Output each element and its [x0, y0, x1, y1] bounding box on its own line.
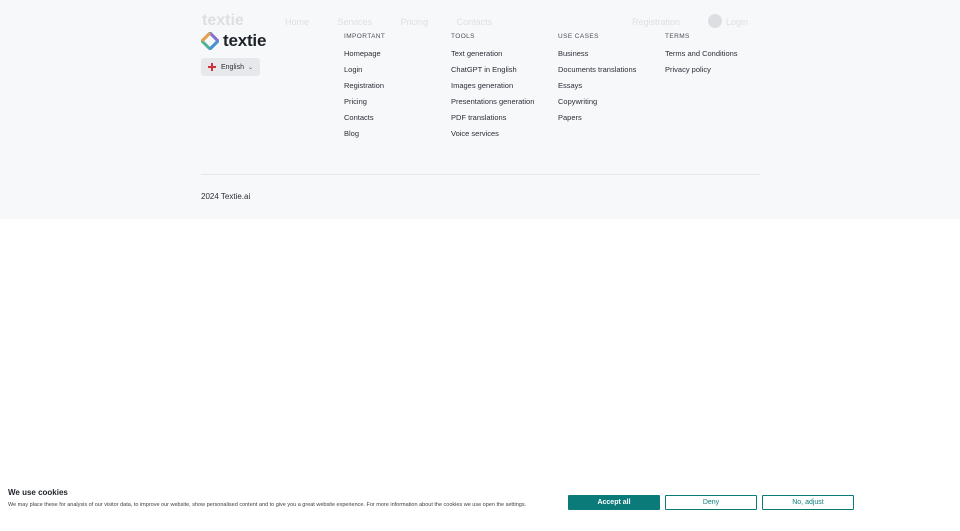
- footer-divider: [201, 174, 760, 175]
- deny-button[interactable]: Deny: [665, 495, 757, 510]
- footer-column-use-cases: USE CASES Business Documents translation…: [558, 33, 636, 129]
- ghost-nav-item: Contacts: [456, 17, 493, 27]
- footer-link[interactable]: Text generation: [451, 49, 534, 65]
- ghost-avatar: [708, 14, 722, 28]
- footer-column-tools: TOOLS Text generation ChatGPT in English…: [451, 33, 534, 145]
- ghost-auth-item: Registration: [632, 17, 681, 27]
- footer-link[interactable]: Copywriting: [558, 97, 636, 113]
- footer-link[interactable]: Presentations generation: [451, 97, 534, 113]
- ghost-logo: textie: [202, 12, 244, 29]
- chevron-down-icon: ⌄: [247, 64, 253, 71]
- footer-link[interactable]: Business: [558, 49, 636, 65]
- column-heading: TOOLS: [451, 33, 475, 40]
- column-heading: TERMS: [665, 33, 690, 40]
- footer-link[interactable]: Login: [344, 65, 385, 81]
- footer-link[interactable]: Blog: [344, 129, 385, 145]
- cookie-text: We may place these for analysis of our v…: [8, 502, 527, 508]
- cookie-banner: We use cookies We may place these for an…: [0, 481, 960, 531]
- footer-brand[interactable]: textie: [201, 31, 266, 51]
- copyright-text: 2024 Textie.ai: [201, 192, 251, 201]
- adjust-button[interactable]: No, adjust: [762, 495, 854, 510]
- footer-column-important: IMPORTANT Homepage Login Registration Pr…: [344, 33, 385, 145]
- ghost-auth-links: Registration: [632, 17, 700, 27]
- footer-link[interactable]: Images generation: [451, 81, 534, 97]
- footer-link[interactable]: Papers: [558, 113, 636, 129]
- cookie-title: We use cookies: [8, 488, 68, 497]
- ghost-nav-item: Services: [337, 17, 373, 27]
- footer-link[interactable]: Privacy policy: [665, 65, 738, 81]
- footer-link[interactable]: Documents translations: [558, 65, 636, 81]
- column-heading: USE CASES: [558, 33, 599, 40]
- site-footer: textie Home Services Pricing Contacts Re…: [0, 0, 960, 219]
- column-heading: IMPORTANT: [344, 33, 386, 40]
- footer-link[interactable]: Pricing: [344, 97, 385, 113]
- footer-column-terms: TERMS Terms and Conditions Privacy polic…: [665, 33, 738, 81]
- brand-name: textie: [223, 31, 267, 50]
- ghost-nav: Home Services Pricing Contacts: [285, 17, 518, 27]
- footer-link[interactable]: PDF translations: [451, 113, 534, 129]
- ghost-nav-item: Pricing: [400, 17, 429, 27]
- footer-link[interactable]: Contacts: [344, 113, 385, 129]
- england-flag-icon: [208, 63, 216, 71]
- footer-link[interactable]: Voice services: [451, 129, 534, 145]
- footer-link[interactable]: Essays: [558, 81, 636, 97]
- language-select[interactable]: English ⌄: [201, 58, 260, 76]
- language-label: English: [221, 63, 244, 71]
- ghost-nav-item: Home: [285, 17, 310, 27]
- footer-link[interactable]: Terms and Conditions: [665, 49, 738, 65]
- accept-all-button[interactable]: Accept all: [568, 495, 660, 510]
- textie-logo-icon: [201, 32, 219, 50]
- footer-link[interactable]: Homepage: [344, 49, 385, 65]
- ghost-login: Login: [726, 17, 749, 27]
- footer-link[interactable]: ChatGPT in English: [451, 65, 534, 81]
- footer-link[interactable]: Registration: [344, 81, 385, 97]
